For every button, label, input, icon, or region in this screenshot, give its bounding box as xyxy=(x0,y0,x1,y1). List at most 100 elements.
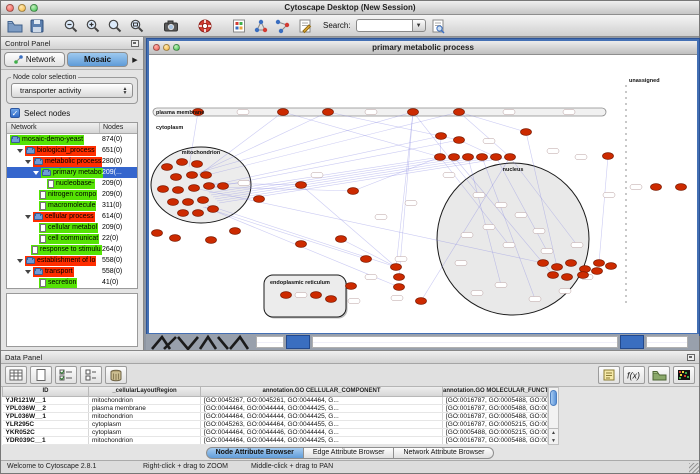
birds-eye-view[interactable] xyxy=(6,293,138,347)
tab-overflow-arrow[interactable]: ▶ xyxy=(130,52,140,67)
zoom-window-button[interactable] xyxy=(30,4,38,12)
network-node[interactable] xyxy=(218,183,229,190)
network-window-titlebar[interactable]: primary metabolic process xyxy=(149,41,697,55)
tree-row-nucleobase-[interactable]: nucleobase-209(0) xyxy=(7,178,137,189)
network-node[interactable] xyxy=(676,184,687,191)
tree-row-transport[interactable]: transport558(0) xyxy=(7,266,137,277)
tree-row-cellular-process[interactable]: cellular process614(0) xyxy=(7,211,137,222)
network-node[interactable] xyxy=(158,186,169,193)
background-window-slice[interactable] xyxy=(256,336,284,348)
network-node[interactable] xyxy=(651,184,662,191)
network-node[interactable] xyxy=(173,187,184,194)
tree-row-multi-organism-pro[interactable]: multi-organism pro42(0) xyxy=(7,288,137,289)
network-node[interactable] xyxy=(477,154,488,161)
network-node[interactable] xyxy=(521,129,532,136)
matrix-view-button[interactable] xyxy=(673,366,695,384)
background-window-slice[interactable] xyxy=(646,336,688,348)
tab-edge-attribute-browser[interactable]: Edge Attribute Browser xyxy=(304,447,395,459)
network-node[interactable] xyxy=(505,154,516,161)
network-node[interactable] xyxy=(416,298,427,305)
expand-arrow-icon[interactable] xyxy=(25,270,31,274)
network-node[interactable] xyxy=(491,154,502,161)
network-node[interactable] xyxy=(394,274,405,281)
table-mode-button[interactable] xyxy=(5,366,27,384)
tree-row-macromolecule[interactable]: macromolecule311(0) xyxy=(7,200,137,211)
network-node[interactable] xyxy=(311,292,322,299)
search-dropdown-button[interactable]: ▼ xyxy=(412,19,426,32)
network-node[interactable] xyxy=(566,260,577,267)
float-data-panel-icon[interactable] xyxy=(687,354,695,361)
network-node[interactable] xyxy=(162,164,173,171)
tree-col-network[interactable]: Network xyxy=(11,124,37,131)
zoom-fit-button[interactable] xyxy=(105,16,125,36)
search-filter-button[interactable] xyxy=(428,16,448,36)
background-window-slice[interactable] xyxy=(620,335,644,349)
table-row[interactable]: YJR121W__1mitochondrion[GO:0045267, GO:0… xyxy=(3,396,548,404)
search-input[interactable] xyxy=(356,19,412,32)
network-node[interactable] xyxy=(178,210,189,217)
table-scroll-arrows[interactable]: ▲▼ xyxy=(549,428,558,444)
tab-node-attribute-browser[interactable]: Node Attribute Browser xyxy=(206,447,304,459)
network-node[interactable] xyxy=(187,172,198,179)
background-window-slice[interactable] xyxy=(286,335,310,349)
table-column-header[interactable]: annotation.GO CELLULAR_COMPONENT xyxy=(201,387,443,396)
network-node[interactable] xyxy=(336,236,347,243)
tab-network-attribute-browser[interactable]: Network Attribute Browser xyxy=(394,447,494,459)
network-node[interactable] xyxy=(552,264,563,271)
tree-row-secretion[interactable]: secretion41(0) xyxy=(7,277,137,288)
table-column-header[interactable]: _cellularLayoutRegion xyxy=(89,387,201,396)
expand-arrow-icon[interactable] xyxy=(17,149,23,153)
network-node[interactable] xyxy=(436,133,447,140)
network-node[interactable] xyxy=(296,241,307,248)
tree-row-nitrogen-compo[interactable]: nitrogen compo209(0) xyxy=(7,189,137,200)
network-node[interactable] xyxy=(230,228,241,235)
network-node[interactable] xyxy=(193,210,204,217)
network-minimize-button[interactable] xyxy=(163,44,170,51)
tree-row-biological-process[interactable]: biological_process651(0) xyxy=(7,145,137,156)
network-node[interactable] xyxy=(435,154,446,161)
network-node[interactable] xyxy=(449,154,460,161)
network-node[interactable] xyxy=(408,109,419,116)
zoom-in-button[interactable] xyxy=(83,16,103,36)
network-node[interactable] xyxy=(183,199,194,206)
unselect-attributes-button[interactable] xyxy=(80,366,102,384)
network-node[interactable] xyxy=(454,137,465,144)
network-node[interactable] xyxy=(346,283,357,290)
network-node[interactable] xyxy=(548,272,559,279)
new-attribute-button[interactable] xyxy=(30,366,52,384)
table-row[interactable]: YKR052Ccytoplasm[GO:0044464, GO:0044446,… xyxy=(3,428,548,436)
network-node[interactable] xyxy=(323,109,334,116)
snapshot-button[interactable] xyxy=(161,16,181,36)
table-column-header[interactable]: ID xyxy=(3,387,89,396)
network-node[interactable] xyxy=(463,154,474,161)
network-node[interactable] xyxy=(538,260,549,267)
save-button[interactable] xyxy=(27,16,47,36)
select-attributes-button[interactable] xyxy=(55,366,77,384)
tree-col-nodes[interactable]: Nodes xyxy=(103,124,123,131)
open-button[interactable] xyxy=(5,16,25,36)
network-node[interactable] xyxy=(198,197,209,204)
table-row[interactable]: YPL036W__1mitochondrion[GO:0044464, GO:0… xyxy=(3,412,548,420)
network-node[interactable] xyxy=(201,172,212,179)
network-zoom-button[interactable] xyxy=(173,44,180,51)
network-node[interactable] xyxy=(281,292,292,299)
table-column-header[interactable]: annotation.GO MOLECULAR_FUNCTION xyxy=(443,387,548,396)
window-resize-grip[interactable] xyxy=(688,324,697,333)
network-node[interactable] xyxy=(152,230,163,237)
network-node[interactable] xyxy=(278,109,289,116)
zoom-selected-button[interactable] xyxy=(127,16,147,36)
network-node[interactable] xyxy=(391,264,402,271)
network-node[interactable] xyxy=(606,263,617,270)
import-attributes-button[interactable] xyxy=(648,366,670,384)
background-window-slice[interactable] xyxy=(312,336,618,348)
network-node[interactable] xyxy=(580,266,591,273)
layout-b-button[interactable] xyxy=(273,16,293,36)
tree-row-response-to-stimulu[interactable]: response to stimulu264(0) xyxy=(7,244,137,255)
network-close-button[interactable] xyxy=(153,44,160,51)
network-node[interactable] xyxy=(208,206,219,213)
select-nodes-checkbox[interactable]: ✓ xyxy=(10,108,20,118)
attribute-button[interactable] xyxy=(229,16,249,36)
network-node[interactable] xyxy=(394,284,405,291)
network-node[interactable] xyxy=(189,185,200,192)
expand-arrow-icon[interactable] xyxy=(33,171,39,175)
